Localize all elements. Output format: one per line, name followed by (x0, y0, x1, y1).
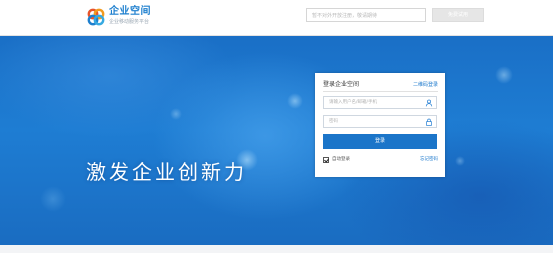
decorative-bubble (287, 93, 303, 109)
decorative-bubble (455, 156, 465, 166)
divider (323, 91, 438, 92)
banner-slogan: 激发企业创新力 (86, 160, 247, 184)
password-field[interactable]: 密码 (323, 115, 437, 128)
brand-title[interactable]: 企业空间 (109, 6, 151, 18)
decorative-bubble (495, 66, 513, 84)
username-field[interactable]: 请输入用户名/邮箱/手机 (323, 96, 437, 109)
header-action-button[interactable]: 免费试用 (432, 8, 484, 22)
lock-icon (426, 118, 432, 126)
auto-login-checkbox[interactable] (323, 157, 329, 163)
forgot-password-link[interactable]: 忘记密码 (420, 157, 438, 163)
brand-subtitle: 企业移动服务平台 (109, 19, 150, 25)
username-placeholder: 请输入用户名/邮箱/手机 (329, 100, 378, 105)
header-search-input[interactable]: 暂不对外开放注册，敬请期待 (306, 8, 426, 22)
hero-banner: 激发企业创新力 (0, 36, 553, 245)
login-panel: 登录企业空间 二维码登录 请输入用户名/邮箱/手机 密码 登录 自动登录 忘记密… (315, 73, 445, 177)
user-icon (425, 99, 433, 107)
login-button[interactable]: 登录 (323, 134, 437, 149)
login-title: 登录企业空间 (323, 81, 360, 88)
qr-login-link[interactable]: 二维码登录 (413, 82, 438, 89)
company-logo-icon[interactable] (86, 7, 106, 27)
top-header: 企业空间 企业移动服务平台 暂不对外开放注册，敬请期待 免费试用 (0, 0, 553, 36)
decorative-bubble (170, 108, 182, 120)
decorative-bubble (40, 186, 66, 212)
password-placeholder: 密码 (329, 119, 338, 124)
footer-strip (0, 245, 553, 253)
auto-login-label: 自动登录 (332, 157, 350, 162)
